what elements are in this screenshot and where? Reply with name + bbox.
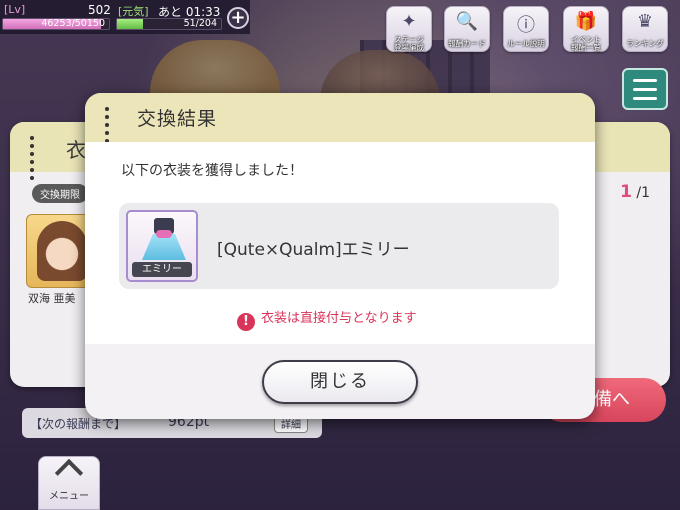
reward-card-icon: 🔍: [455, 11, 479, 32]
chevron-up-icon: [54, 458, 84, 488]
lv-tag: [Lv]: [4, 3, 26, 16]
costume-thumbnail: エミリー: [126, 210, 198, 282]
warning-icon: !: [237, 313, 255, 331]
genki-tag: [元気]: [118, 5, 149, 18]
idol-portrait: [37, 221, 87, 281]
lv-exp-bar: 46253/50150: [2, 18, 110, 30]
drag-handle-icon: [30, 134, 40, 182]
panel-title: 衣: [66, 138, 86, 162]
dialog-title: 交換結果: [137, 108, 218, 130]
rule-label: ルール説明: [507, 39, 545, 48]
exchange-result-dialog: 交換結果 以下の衣装を獲得しました！ エミリー [Qute×Qualm]エミリー…: [85, 93, 595, 419]
costume-idol-label: エミリー: [132, 262, 192, 277]
gift-icon: 🎁: [574, 11, 598, 32]
page-current: 1: [620, 182, 632, 202]
hamburger-icon: [633, 79, 657, 82]
warning-text: 衣装は直接付与となります: [261, 311, 417, 326]
idol-card-name: 双海 亜美: [28, 292, 76, 305]
hamburger-menu-button[interactable]: [622, 68, 668, 110]
ranking-label: ランキング: [626, 39, 664, 48]
reward-card-label: 報酬カード: [448, 39, 486, 48]
menu-button[interactable]: メニュー: [38, 456, 100, 510]
hamburger-icon-line: [633, 97, 657, 100]
status-bar: [Lv] 502 [元気] あと 01:33 46253/50150 51/20…: [0, 0, 250, 34]
genki-text: 51/204: [183, 18, 217, 29]
exchange-period-chip: 交換期限: [32, 184, 88, 203]
hamburger-icon-line: [633, 88, 657, 91]
stage-icon: ✦: [401, 11, 417, 32]
dialog-header: 交換結果: [85, 93, 595, 151]
menu-label: メニュー: [49, 491, 89, 502]
genki-fill: [117, 19, 143, 29]
dress-bow: [156, 230, 172, 238]
event-reward-label: イベント 報酬一覧: [571, 35, 601, 52]
ranking-icon: ♛: [636, 11, 654, 32]
costume-name: [Qute×Qualm]エミリー: [217, 240, 410, 260]
dialog-body: 以下の衣装を獲得しました！ エミリー [Qute×Qualm]エミリー ! 衣装は…: [85, 142, 595, 344]
lv-value: 502: [88, 3, 111, 17]
page-counter: 1 /1: [620, 182, 650, 202]
stage-formation-label: ステージ 登場編成: [394, 35, 424, 52]
genki-bar: 51/204: [116, 18, 222, 30]
direct-grant-notice: ! 衣装は直接付与となります: [237, 307, 417, 331]
lv-exp-text: 46253/50150: [41, 18, 105, 29]
dialog-message: 以下の衣装を獲得しました！: [121, 163, 303, 179]
add-genki-button[interactable]: +: [227, 7, 249, 29]
obtained-item-row: エミリー [Qute×Qualm]エミリー: [119, 203, 559, 289]
page-total: /1: [636, 185, 650, 201]
close-button[interactable]: 閉じる: [262, 360, 418, 404]
info-icon: ⓘ: [517, 15, 535, 36]
